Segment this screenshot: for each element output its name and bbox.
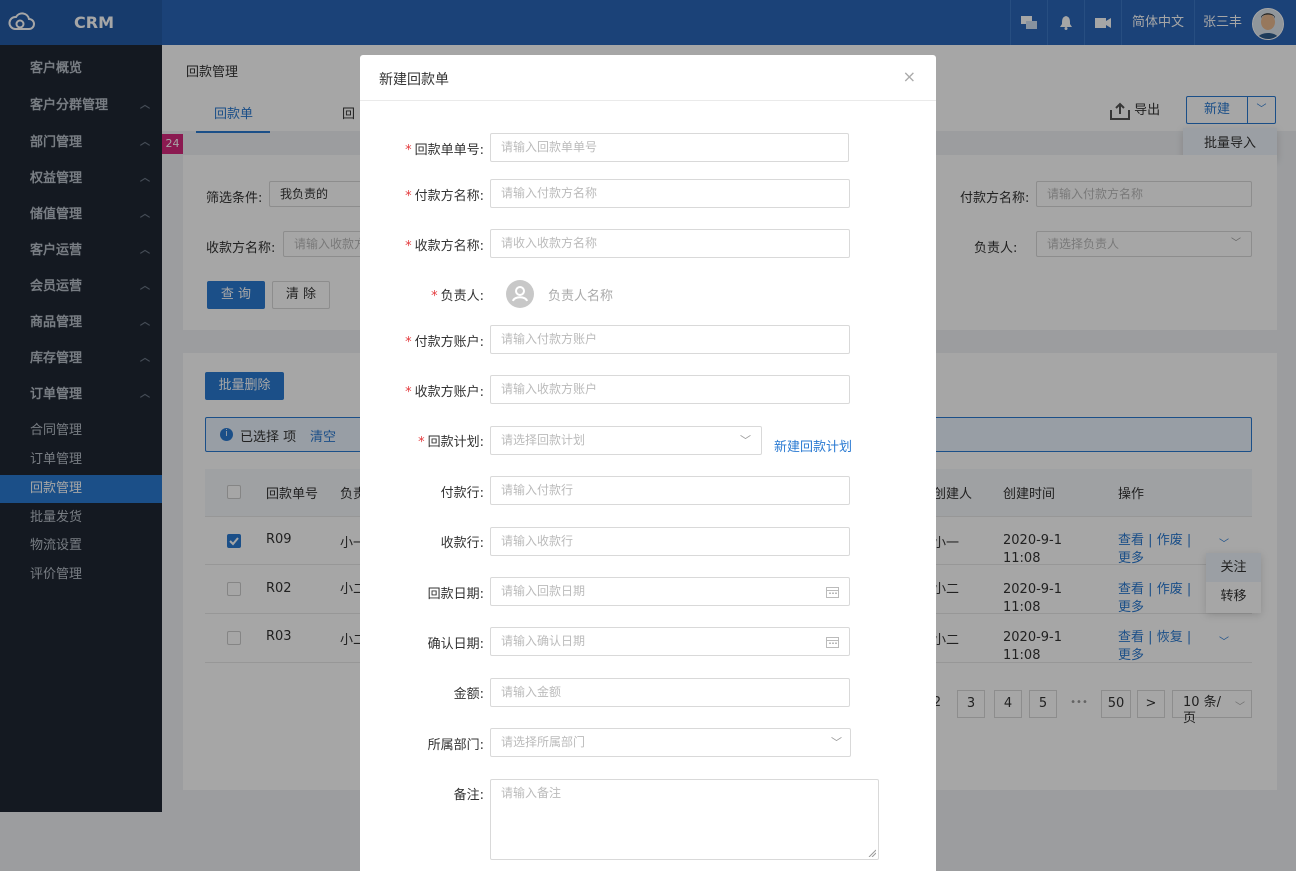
payer-bank-input[interactable]: 请输入付款行 <box>490 476 850 505</box>
calendar-icon <box>826 637 839 648</box>
payee-name-input[interactable]: 请收入收款方名称 <box>490 229 850 258</box>
department-select[interactable]: 请选择所属部门 ﹀ <box>490 728 851 757</box>
remark-textarea[interactable]: 请输入备注 <box>490 779 879 860</box>
field-label-payee-account: * 收款方账户: <box>405 385 484 400</box>
field-label-payment-date: 回款日期: <box>427 587 484 602</box>
field-label-remark: 备注: <box>453 788 484 803</box>
payer-name-input[interactable]: 请输入付款方名称 <box>490 179 850 208</box>
field-label-department: 所属部门: <box>427 738 484 753</box>
modal-divider <box>360 100 936 101</box>
new-payment-plan-link[interactable]: 新建回款计划 <box>774 436 852 455</box>
new-payment-modal: 新建回款单 × * 回款单单号: 请输入回款单单号 * 付款方名称: 请输入付款方名… <box>360 55 936 871</box>
owner-name-placeholder[interactable]: 负责人名称 <box>548 285 613 304</box>
field-label-payee-bank: 收款行: <box>440 536 484 551</box>
payee-bank-input[interactable]: 请输入收款行 <box>490 527 850 556</box>
field-label-payer-account: * 付款方账户: <box>405 335 484 350</box>
modal-title: 新建回款单 <box>379 72 449 88</box>
chevron-down-icon: ﹀ <box>831 736 842 749</box>
payee-account-input[interactable]: 请输入收款方账户 <box>490 375 850 404</box>
field-label-amount: 金额: <box>453 687 484 702</box>
user-icon <box>512 286 528 302</box>
owner-avatar-icon[interactable] <box>506 280 534 308</box>
close-icon[interactable]: × <box>903 67 916 86</box>
payment-plan-select[interactable]: 请选择回款计划 ﹀ <box>490 426 762 455</box>
payer-account-input[interactable]: 请输入付款方账户 <box>490 325 850 354</box>
field-label-payment-no: * 回款单单号: <box>405 143 484 158</box>
amount-input[interactable]: 请输入金额 <box>490 678 850 707</box>
field-label-confirm-date: 确认日期: <box>427 637 484 652</box>
field-label-payee-name: * 收款方名称: <box>405 239 484 254</box>
department-placeholder: 请选择所属部门 <box>501 735 586 749</box>
field-label-payment-plan: * 回款计划: <box>418 435 484 450</box>
payment-plan-placeholder: 请选择回款计划 <box>501 433 586 447</box>
calendar-icon <box>826 587 839 598</box>
remark-placeholder: 请输入备注 <box>501 786 562 800</box>
field-label-payer-bank: 付款行: <box>440 486 484 501</box>
payment-date-input[interactable]: 请输入回款日期 <box>490 577 850 606</box>
confirm-date-input[interactable]: 请输入确认日期 <box>490 627 850 656</box>
payment-no-input[interactable]: 请输入回款单单号 <box>490 133 849 162</box>
payment-date-placeholder: 请输入回款日期 <box>501 584 586 598</box>
confirm-date-placeholder: 请输入确认日期 <box>501 634 586 648</box>
field-label-payer-name: * 付款方名称: <box>405 189 484 204</box>
field-label-owner: * 负责人: <box>431 289 484 304</box>
chevron-down-icon: ﹀ <box>740 434 751 447</box>
resize-handle-icon[interactable] <box>868 849 876 857</box>
